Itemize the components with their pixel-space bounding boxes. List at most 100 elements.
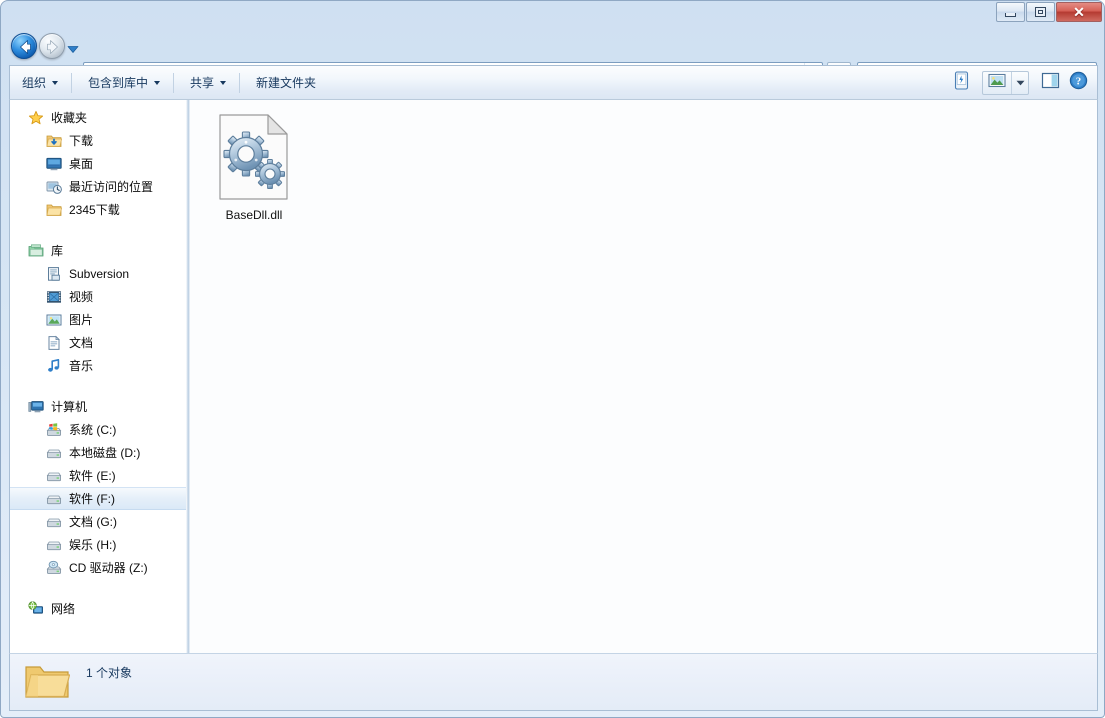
sidebar-item-software-f[interactable]: 软件 (F:) (10, 487, 186, 510)
address-history-button[interactable] (67, 41, 79, 53)
sidebar-item-documents-g[interactable]: 文档 (G:) (10, 510, 186, 533)
network-icon (28, 600, 44, 617)
toolbar-separator (173, 72, 175, 93)
organize-label: 组织 (22, 76, 47, 90)
sidebar-item-documents[interactable]: 文档 (10, 331, 186, 354)
maximize-button[interactable] (1026, 2, 1055, 22)
pictures-icon (46, 312, 62, 328)
video-icon (46, 289, 62, 305)
music-icon (46, 358, 62, 374)
sidebar-item-desktop[interactable]: 桌面 (10, 152, 186, 175)
star-icon (28, 110, 44, 126)
system-drive-icon (46, 422, 62, 438)
toolbar-separator (71, 72, 73, 93)
preview-pane-icon (1041, 72, 1060, 94)
recent-places-icon (46, 179, 62, 195)
sidebar-label: 文档 (G:) (69, 515, 117, 529)
sidebar-item-videos[interactable]: 视频 (10, 285, 186, 308)
window-controls: ✕ (996, 2, 1102, 22)
drive-icon (46, 468, 62, 484)
sidebar-item-entertainment-h[interactable]: 娱乐 (H:) (10, 533, 186, 556)
sidebar-item-system-c[interactable]: 系统 (C:) (10, 418, 186, 441)
share-label: 共享 (190, 76, 215, 90)
drive-icon (46, 537, 62, 553)
chevron-down-icon (154, 80, 161, 85)
toolbar-right-group: ? (948, 70, 1097, 95)
organize-button[interactable]: 组织 (13, 69, 67, 96)
help-icon: ? (1069, 71, 1088, 95)
sidebar-label: 软件 (F:) (69, 492, 115, 506)
sidebar-item-2345-downloads[interactable]: 2345下载 (10, 198, 186, 221)
new-folder-button[interactable]: 新建文件夹 (247, 69, 325, 96)
desktop-icon (46, 156, 62, 172)
status-bar: 1 个对象 (9, 653, 1098, 711)
close-icon: ✕ (1073, 4, 1085, 20)
sidebar-label: Subversion (69, 266, 130, 281)
close-button[interactable]: ✕ (1056, 2, 1102, 22)
sidebar-item-subversion[interactable]: Subversion (10, 262, 186, 285)
sidebar-item-cd-drive-z[interactable]: CD 驱动器 (Z:) (10, 556, 186, 579)
view-mode-button[interactable] (983, 72, 1011, 94)
view-mode-dropdown[interactable] (1011, 71, 1028, 94)
sidebar-label: 娱乐 (H:) (69, 538, 117, 552)
preview-pane-button[interactable] (1037, 71, 1063, 95)
sidebar-item-pictures[interactable]: 图片 (10, 308, 186, 331)
help-button[interactable]: ? (1065, 71, 1091, 95)
chevron-down-icon (220, 80, 227, 85)
nav-group-network: 网络 (10, 597, 186, 620)
sidebar-label: 视频 (69, 290, 94, 304)
sidebar-label: 软件 (E:) (69, 469, 116, 483)
drive-icon (46, 445, 62, 461)
sidebar-item-software-e[interactable]: 软件 (E:) (10, 464, 186, 487)
cd-drive-icon (46, 560, 62, 576)
sidebar-item-local-disk-d[interactable]: 本地磁盘 (D:) (10, 441, 186, 464)
maximize-icon (1035, 7, 1046, 17)
sidebar-item-network[interactable]: 网络 (10, 597, 186, 620)
drive-icon (46, 491, 62, 507)
sidebar-label: 收藏夹 (51, 111, 88, 125)
share-button[interactable]: 共享 (181, 69, 235, 96)
view-mode-icon (988, 73, 1006, 93)
nav-group-computer: 计算机 系统 (C:) 本地磁盘 (D:) 软件 (E:) 软件 (F:) 文档… (10, 395, 186, 579)
file-item[interactable]: BaseDll.dll (202, 110, 306, 227)
folder-large-icon (24, 663, 71, 701)
new-folder-label: 新建文件夹 (256, 76, 317, 90)
folder-icon (46, 202, 63, 218)
drive-icon (46, 514, 62, 530)
main-area: 收藏夹 下载 桌面 最近访问的位置 2345下载 库 Subversion 视频… (9, 99, 1098, 653)
forward-button[interactable] (39, 33, 65, 59)
downloads-folder-icon (46, 133, 63, 149)
include-in-library-button[interactable]: 包含到库中 (79, 69, 169, 96)
sidebar-item-libraries[interactable]: 库 (10, 239, 186, 262)
back-button[interactable] (11, 33, 37, 59)
sidebar-label: 文档 (69, 336, 94, 350)
sidebar-item-music[interactable]: 音乐 (10, 354, 186, 377)
view-mode-group (982, 70, 1029, 95)
sidebar-label: 音乐 (69, 359, 94, 373)
sidebar-item-downloads[interactable]: 下载 (10, 129, 186, 152)
nav-group-libraries: 库 Subversion 视频 图片 文档 音乐 (10, 239, 186, 377)
sidebar-label: 本地磁盘 (D:) (69, 446, 141, 460)
sidebar-label: 最近访问的位置 (69, 180, 154, 194)
sidebar-label: 桌面 (69, 157, 94, 171)
title-bar: ✕ (1, 1, 1104, 29)
navigation-pane[interactable]: 收藏夹 下载 桌面 最近访问的位置 2345下载 库 Subversion 视频… (10, 100, 186, 653)
file-list-pane[interactable]: BaseDll.dll (190, 100, 1097, 653)
dll-gears-icon (218, 114, 290, 200)
sidebar-item-recent-places[interactable]: 最近访问的位置 (10, 175, 186, 198)
navigation-row: 计算机 ▸ 软件 (F:) ▸ 系统之家 ▸ 新建文件夹 (29) ▸ base… (1, 29, 1104, 86)
minimize-button[interactable] (996, 2, 1025, 22)
nav-group-favorites: 收藏夹 下载 桌面 最近访问的位置 2345下载 (10, 106, 186, 221)
sidebar-label: 2345下载 (69, 203, 120, 217)
status-text: 1 个对象 (86, 666, 133, 680)
sidebar-label: 网络 (51, 602, 76, 616)
sidebar-item-computer[interactable]: 计算机 (10, 395, 186, 418)
sidebar-label: 库 (51, 244, 64, 258)
sidebar-label: 下载 (69, 134, 94, 148)
computer-icon (28, 399, 44, 415)
sidebar-item-favorites[interactable]: 收藏夹 (10, 106, 186, 129)
file-name-label: BaseDll.dll (225, 208, 283, 222)
burn-button[interactable] (948, 70, 974, 95)
